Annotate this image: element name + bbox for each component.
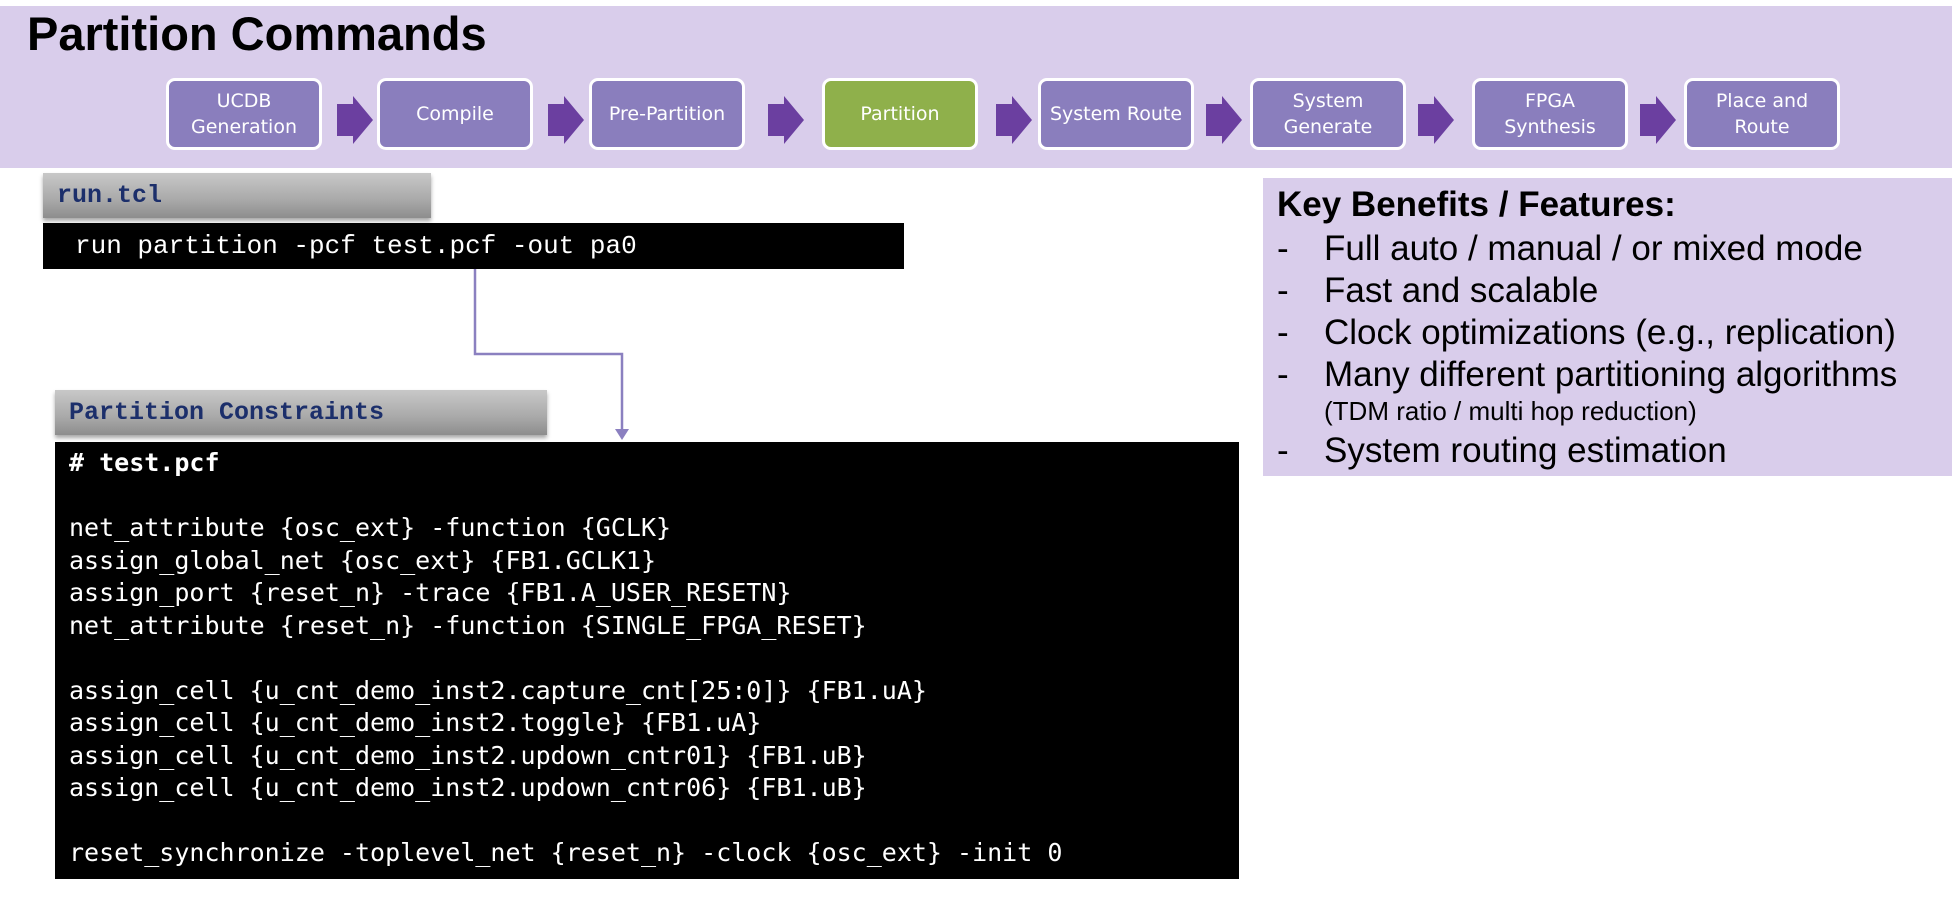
benefit-item: - Many different partitioning algorithms xyxy=(1277,355,1898,394)
benefit-item: - Clock optimizations (e.g., replication… xyxy=(1277,313,1896,352)
benefit-item: - System routing estimation xyxy=(1277,431,1727,470)
benefit-text: Clock optimizations (e.g., replication) xyxy=(1324,313,1896,352)
benefit-text: Many different partitioning algorithms xyxy=(1324,355,1898,394)
benefit-text: Fast and scalable xyxy=(1324,271,1599,310)
code-line: # test.pcf xyxy=(69,448,220,477)
code-line: assign_cell {u_cnt_demo_inst2.updown_cnt… xyxy=(69,773,867,802)
code-line: assign_cell {u_cnt_demo_inst2.toggle} {F… xyxy=(69,708,762,737)
benefit-item: - Full auto / manual / or mixed mode xyxy=(1277,229,1863,268)
key-benefits-panel: Key Benefits / Features: - Full auto / m… xyxy=(1263,178,1952,476)
constraints-code-box: # test.pcf net_attribute {osc_ext} -func… xyxy=(55,442,1239,879)
code-line: assign_port {reset_n} -trace {FB1.A_USER… xyxy=(69,578,792,607)
partition-constraints-label: Partition Constraints xyxy=(55,390,547,435)
code-line: assign_cell {u_cnt_demo_inst2.capture_cn… xyxy=(69,675,927,705)
benefit-note: (TDM ratio / multi hop reduction) xyxy=(1324,396,1697,426)
benefit-item: - Fast and scalable xyxy=(1277,271,1599,310)
benefits-heading: Key Benefits / Features: xyxy=(1277,185,1676,224)
code-line: assign_cell {u_cnt_demo_inst2.updown_cnt… xyxy=(69,740,867,770)
benefit-text: System routing estimation xyxy=(1324,431,1727,470)
code-line: net_attribute {osc_ext} -function {GCLK} xyxy=(69,513,672,542)
code-line: reset_synchronize -toplevel_net {reset_n… xyxy=(69,838,1063,867)
code-line: net_attribute {reset_n} -function {SINGL… xyxy=(69,610,867,640)
benefit-text: Full auto / manual / or mixed mode xyxy=(1324,229,1863,268)
code-line: assign_global_net {osc_ext} {FB1.GCLK1} xyxy=(69,545,656,575)
